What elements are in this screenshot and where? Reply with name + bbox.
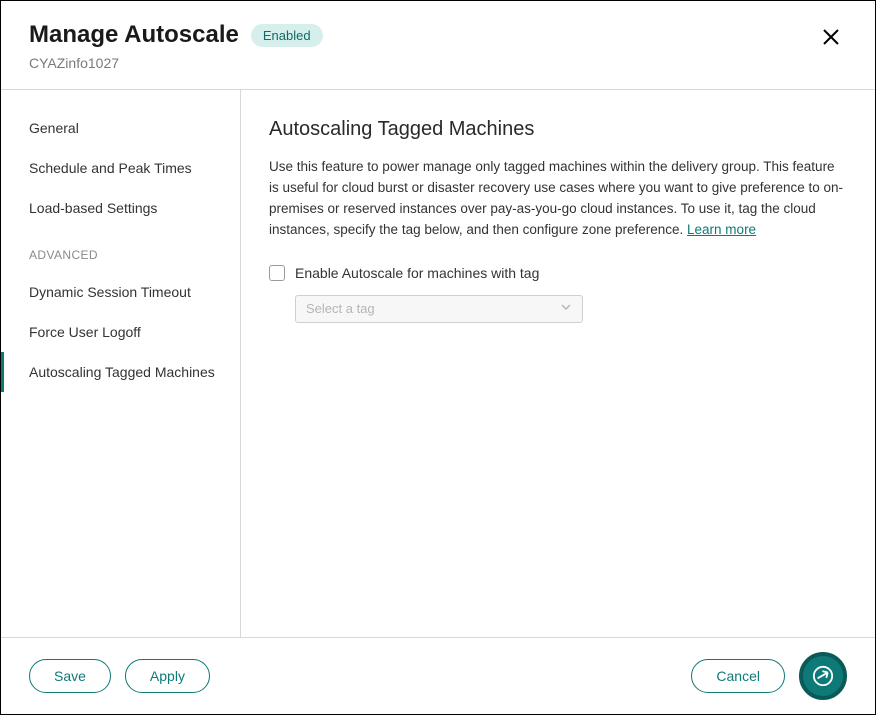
sidebar-item-label: Dynamic Session Timeout xyxy=(29,284,191,300)
title-row: Manage Autoscale Enabled xyxy=(29,21,323,49)
enable-autoscale-row: Enable Autoscale for machines with tag xyxy=(269,265,847,281)
navigation-arrow-icon xyxy=(812,665,834,687)
sidebar-item-label: General xyxy=(29,120,79,136)
enable-autoscale-label: Enable Autoscale for machines with tag xyxy=(295,265,539,281)
dialog-body: General Schedule and Peak Times Load-bas… xyxy=(1,90,875,637)
content-area: Autoscaling Tagged Machines Use this fea… xyxy=(241,90,875,637)
page-subtitle: CYAZinfo1027 xyxy=(29,55,323,71)
tag-select-placeholder: Select a tag xyxy=(306,301,375,316)
footer-right: Cancel xyxy=(691,652,847,700)
sidebar-item-load-settings[interactable]: Load-based Settings xyxy=(1,188,240,228)
save-button[interactable]: Save xyxy=(29,659,111,693)
sidebar-item-general[interactable]: General xyxy=(1,108,240,148)
page-title: Manage Autoscale xyxy=(29,21,239,49)
assist-fab[interactable] xyxy=(799,652,847,700)
sidebar-item-schedule[interactable]: Schedule and Peak Times xyxy=(1,148,240,188)
sidebar-item-label: Force User Logoff xyxy=(29,324,141,340)
sidebar-item-label: Autoscaling Tagged Machines xyxy=(29,364,215,380)
sidebar-item-label: Load-based Settings xyxy=(29,200,157,216)
dialog-header: Manage Autoscale Enabled CYAZinfo1027 xyxy=(1,1,875,90)
content-title: Autoscaling Tagged Machines xyxy=(269,118,847,141)
tag-select: Select a tag xyxy=(295,295,583,323)
content-description: Use this feature to power manage only ta… xyxy=(269,157,847,241)
sidebar-item-label: Schedule and Peak Times xyxy=(29,160,192,176)
dialog-footer: Save Apply Cancel xyxy=(1,637,875,714)
enable-autoscale-checkbox[interactable] xyxy=(269,265,285,281)
apply-button[interactable]: Apply xyxy=(125,659,210,693)
sidebar-item-force-logoff[interactable]: Force User Logoff xyxy=(1,312,240,352)
chevron-down-icon xyxy=(560,300,572,318)
close-icon[interactable] xyxy=(815,21,847,58)
footer-left: Save Apply xyxy=(29,659,210,693)
content-description-text: Use this feature to power manage only ta… xyxy=(269,159,843,237)
sidebar-item-autoscaling-tagged[interactable]: Autoscaling Tagged Machines xyxy=(1,352,240,392)
status-badge: Enabled xyxy=(251,24,323,47)
header-left: Manage Autoscale Enabled CYAZinfo1027 xyxy=(29,21,323,71)
cancel-button[interactable]: Cancel xyxy=(691,659,785,693)
sidebar-section-label: ADVANCED xyxy=(1,228,240,272)
learn-more-link[interactable]: Learn more xyxy=(687,222,756,237)
sidebar-item-dynamic-timeout[interactable]: Dynamic Session Timeout xyxy=(1,272,240,312)
sidebar: General Schedule and Peak Times Load-bas… xyxy=(1,90,241,637)
